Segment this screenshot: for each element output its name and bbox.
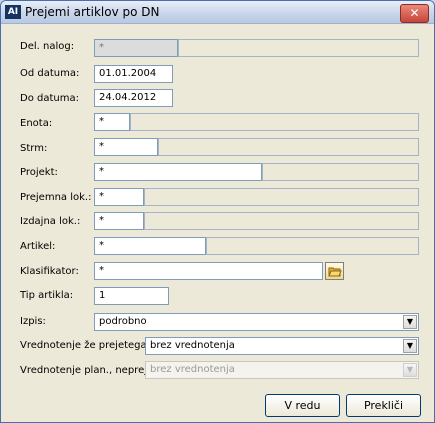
strm-label: Strm: [20, 143, 48, 154]
chevron-down-icon[interactable]: ▼ [403, 315, 417, 329]
window-title: Prejemi artiklov po DN [25, 5, 160, 19]
del-nalog-label: Del. nalog: [20, 41, 75, 52]
vrednotenje-prejetega-select[interactable]: brez vrednotenja ▼ [145, 337, 419, 355]
izpis-selected-value: podrobno [99, 316, 147, 327]
strm-description [158, 138, 419, 156]
close-button[interactable]: ✕ [400, 4, 429, 23]
tip-artikla-label: Tip artikla: [20, 290, 74, 301]
cancel-button[interactable]: Prekliči [346, 394, 421, 417]
vrednotenje-prejetega-selected-value: brez vrednotenja [150, 340, 235, 351]
prejemna-lok-label: Prejemna lok.: [20, 192, 92, 203]
izdajna-lok-description [144, 212, 419, 230]
do-datuma-label: Do datuma: [20, 93, 79, 104]
klasifikator-browse-button[interactable] [325, 262, 344, 280]
dialog-body: Del. nalog: * Od datuma: 01.01.2004 Do d… [2, 24, 433, 420]
vrednotenje-plan-label: Vrednotenje plan., neprej.: [20, 365, 154, 376]
strm-input[interactable]: * [94, 138, 158, 156]
chevron-down-icon: ▼ [403, 363, 417, 377]
enota-label: Enota: [20, 118, 53, 129]
ok-button[interactable]: V redu [265, 394, 340, 417]
artikel-input[interactable]: * [94, 237, 206, 255]
izpis-select[interactable]: podrobno ▼ [94, 313, 419, 331]
vrednotenje-plan-select: brez vrednotenja ▼ [145, 361, 419, 379]
projekt-label: Projekt: [20, 167, 58, 178]
od-datuma-label: Od datuma: [20, 68, 80, 79]
do-datuma-input[interactable]: 24.04.2012 [94, 89, 173, 107]
enota-input[interactable]: * [94, 113, 130, 131]
artikel-description [206, 237, 419, 255]
izdajna-lok-input[interactable]: * [94, 212, 144, 230]
del-nalog-input[interactable]: * [94, 39, 178, 57]
od-datuma-input[interactable]: 01.01.2004 [94, 65, 173, 83]
app-icon: AI [5, 5, 21, 19]
del-nalog-description [178, 39, 419, 57]
izpis-label: Izpis: [20, 316, 46, 327]
vrednotenje-plan-selected-value: brez vrednotenja [150, 364, 235, 375]
prejemna-lok-description [144, 188, 419, 206]
tip-artikla-input[interactable]: 1 [94, 287, 169, 305]
klasifikator-label: Klasifikator: [20, 266, 79, 277]
enota-description [130, 113, 419, 131]
artikel-label: Artikel: [20, 241, 56, 252]
izdajna-lok-label: Izdajna lok.: [20, 216, 81, 227]
prejemna-lok-input[interactable]: * [94, 188, 144, 206]
folder-open-icon [328, 267, 342, 277]
projekt-input[interactable]: * [94, 163, 262, 181]
projekt-description [262, 163, 419, 181]
dialog-window: AI Prejemi artiklov po DN ✕ Del. nalog: … [0, 0, 435, 423]
klasifikator-input[interactable]: * [94, 262, 323, 280]
title-bar[interactable]: AI Prejemi artiklov po DN ✕ [1, 1, 434, 24]
chevron-down-icon[interactable]: ▼ [403, 339, 417, 353]
vrednotenje-prejetega-label: Vrednotenje že prejetega: [20, 340, 151, 351]
